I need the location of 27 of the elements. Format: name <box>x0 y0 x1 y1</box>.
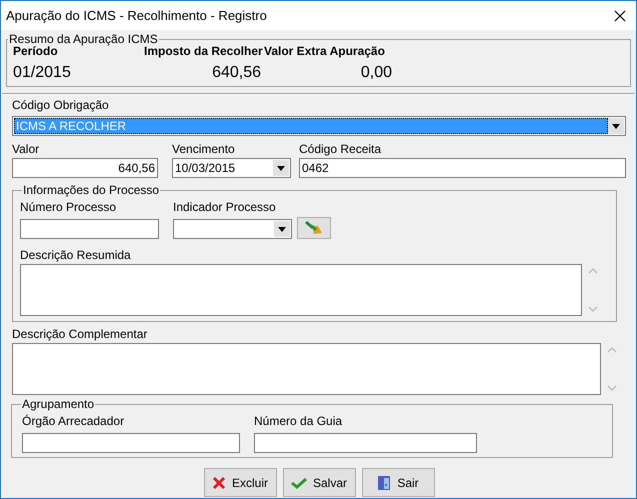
group-legend: Resumo da Apuração ICMS <box>9 32 158 46</box>
save-button[interactable]: Salvar <box>282 468 356 497</box>
delete-button[interactable]: Excluir <box>204 468 276 497</box>
field-label: Indicador Processo <box>173 200 276 214</box>
field-label: Órgão Arrecadador <box>22 414 124 428</box>
field-label: Período <box>13 44 59 58</box>
field-label: Código Obrigação <box>12 98 109 112</box>
selected-option: ICMS A RECOLHER <box>14 118 608 134</box>
date-picker-field[interactable]: 10/03/2015 <box>172 158 291 178</box>
input-field[interactable]: 0462 <box>299 158 626 178</box>
field-label: Número Processo <box>20 200 116 214</box>
exit-button[interactable]: Sair <box>362 468 434 497</box>
field-label: Valor Extra Apuração <box>264 44 386 58</box>
group-legend: Informações do Processo <box>23 183 160 197</box>
field-label: Imposto da Recolher <box>144 44 264 58</box>
amount-value: 0,00 <box>360 64 392 81</box>
period-value: 01/2015 <box>13 64 72 82</box>
field-label: Descrição Resumida <box>20 248 131 262</box>
input-field[interactable]: 640,56 <box>12 158 158 178</box>
group-legend: Agrupamento <box>22 397 94 411</box>
field-label: Valor <box>12 142 40 156</box>
amount-value: 640,56 <box>212 64 261 81</box>
field-label: Vencimento <box>172 142 235 156</box>
field-label: Número da Guia <box>254 414 342 428</box>
window-title: Apuração do ICMS - Recolhimento - Registro <box>6 8 267 22</box>
field-label: Código Receita <box>299 142 382 156</box>
field-label: Descrição Complementar <box>12 327 148 341</box>
